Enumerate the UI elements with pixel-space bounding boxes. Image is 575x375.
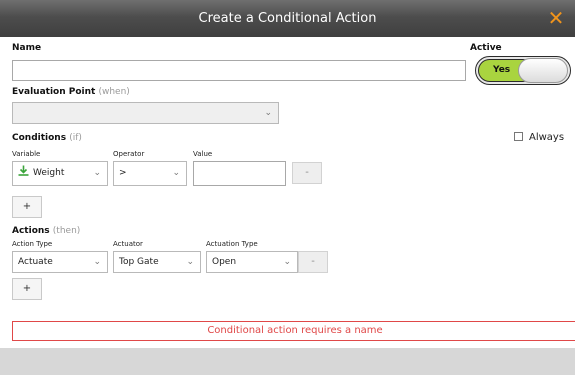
weight-download-icon [18,165,29,176]
evaluation-point-title: Evaluation Point [12,87,96,97]
evaluation-point-select[interactable]: ⌄ [12,102,279,124]
actions-label: Actions (then) [12,226,80,236]
variable-column-label: Variable [12,150,41,158]
active-toggle[interactable]: Yes [475,56,571,85]
remove-condition-button[interactable]: - [292,162,322,184]
actuation-type-select[interactable]: Open ⌄ [206,251,298,273]
actions-title: Actions [12,226,50,236]
active-label: Active [470,43,502,53]
variable-select[interactable]: Weight ⌄ [12,161,108,186]
name-label: Name [12,43,42,53]
dialog-titlebar: Create a Conditional Action ✕ [0,0,575,37]
always-checkbox[interactable]: Always [514,132,564,143]
actuation-type-value: Open [212,257,237,267]
condition-value-field[interactable] [193,161,286,186]
dialog-title: Create a Conditional Action [198,11,377,26]
evaluation-point-label: Evaluation Point (when) [12,87,130,97]
toggle-knob [518,58,568,83]
checkbox-icon[interactable] [514,132,523,141]
actuator-column-label: Actuator [113,240,143,248]
dialog-footer [0,348,575,375]
validation-error-banner: Conditional action requires a name [12,321,575,341]
chevron-down-icon: ⌄ [264,108,272,118]
add-condition-button[interactable]: + [12,196,42,218]
remove-action-button[interactable]: - [298,251,328,273]
conditions-title: Conditions [12,133,67,143]
conditions-hint: (if) [69,133,82,143]
evaluation-point-hint: (when) [98,87,130,97]
action-type-column-label: Action Type [12,240,53,248]
chevron-down-icon: ⌄ [283,257,291,267]
chevron-down-icon: ⌄ [93,257,101,267]
operator-select[interactable]: > ⌄ [113,161,187,186]
action-type-value: Actuate [18,257,53,267]
chevron-down-icon: ⌄ [93,168,101,178]
action-type-select[interactable]: Actuate ⌄ [12,251,108,273]
value-column-label: Value [193,150,213,158]
operator-value: > [119,168,127,178]
close-icon[interactable]: ✕ [546,4,566,32]
variable-value: Weight [33,168,65,178]
actuator-select[interactable]: Top Gate ⌄ [113,251,201,273]
always-label: Always [529,132,565,143]
add-action-button[interactable]: + [12,278,42,300]
actuation-type-column-label: Actuation Type [206,240,258,248]
chevron-down-icon: ⌄ [172,168,180,178]
name-field[interactable] [12,60,466,81]
conditions-label: Conditions (if) [12,133,82,143]
actuator-value: Top Gate [119,257,159,267]
actions-hint: (then) [52,226,81,236]
operator-column-label: Operator [113,150,145,158]
chevron-down-icon: ⌄ [186,257,194,267]
